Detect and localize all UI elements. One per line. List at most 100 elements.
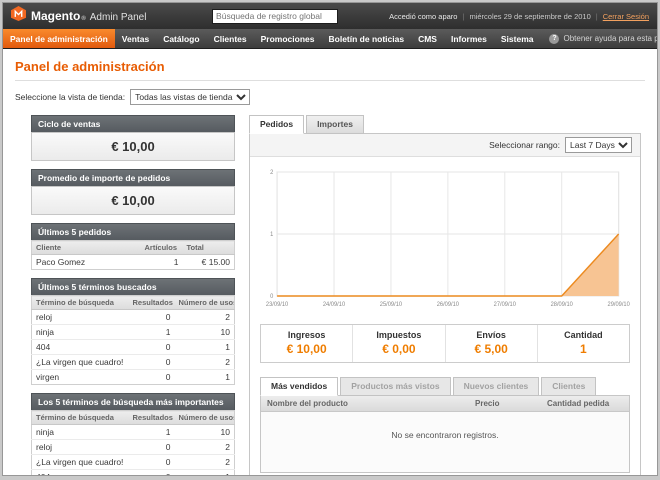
stat-label: Cantidad [538,330,629,340]
store-switcher-label: Seleccione la vista de tienda: [15,92,125,102]
table-cell: reloj [32,440,129,455]
user-area: Accedió como aparo | miércoles 29 de sep… [389,12,649,21]
column-header: Número de usos [175,296,235,310]
current-date: miércoles 29 de septiembre de 2010 [469,12,590,21]
table-row: virgen01 [32,370,235,385]
table-cell: 1 [141,255,183,270]
separator: | [596,12,598,21]
svg-text:26/09/10: 26/09/10 [437,302,460,308]
table-row: Paco Gomez1€ 15.00 [32,255,235,270]
table-header-row: Término de búsquedaResultadosNúmero de u… [32,296,235,310]
chart-area: 23/09/1024/09/1025/09/1026/09/1027/09/10… [250,157,640,316]
table-cell: reloj [32,310,129,325]
tab-pedidos[interactable]: Pedidos [249,115,304,134]
range-label: Seleccionar rango: [489,140,560,150]
logo-word: Magento [31,9,80,23]
tab-mas-vendidos[interactable]: Más vendidos [260,377,338,396]
table-cell: 0 [129,370,175,385]
svg-text:2: 2 [270,170,273,176]
logo-subtitle: Admin Panel [90,12,147,23]
nav-item-dashboard[interactable]: Panel de administración [3,29,115,48]
table-row: 40401 [32,470,235,477]
last-orders-table: ClienteArtículosTotal Paco Gomez1€ 15.00 [31,240,235,270]
last-search-terms-panel: Últimos 5 términos buscados Término de b… [31,278,235,385]
table-cell: 0 [129,440,175,455]
product-tabs: Más vendidos Productos más vistos Nuevos… [260,377,630,395]
panel-title: Promedio de importe de pedidos [31,169,235,186]
nav-item-sales[interactable]: Ventas [115,29,156,48]
logo: Magento® Admin Panel [11,6,161,26]
table-cell: 1 [175,340,235,355]
column-header: Artículos [141,241,183,255]
page-title: Panel de administración [15,59,645,74]
table-cell: 1 [129,325,175,340]
nav-item-catalog[interactable]: Catálogo [156,29,206,48]
nav-item-promotions[interactable]: Promociones [254,29,322,48]
top-search-terms-panel: Los 5 términos de búsqueda más important… [31,393,235,476]
tab-importes[interactable]: Importes [306,115,364,134]
nav-item-customers[interactable]: Clientes [207,29,254,48]
svg-text:23/09/10: 23/09/10 [266,302,289,308]
chart-tabs: Pedidos Importes [249,115,641,133]
tab-nuevos-clientes[interactable]: Nuevos clientes [453,377,540,396]
column-header: Resultados [129,296,175,310]
admin-window: Magento® Admin Panel Accedió como aparo … [2,2,658,476]
divider [15,80,645,81]
help-link[interactable]: ? Obtener ayuda para esta página [540,29,658,48]
panel-title: Últimos 5 términos buscados [31,278,235,295]
table-cell: ¿La virgen que cuadro! [32,455,129,470]
table-header-row: ClienteArtículosTotal [32,241,235,255]
stat-value: € 10,00 [261,342,352,356]
column-header: Cantidad pedida [541,396,629,412]
content: Panel de administración Seleccione la vi… [3,49,657,476]
nav-item-cms[interactable]: CMS [411,29,444,48]
orders-panel: Seleccionar rango: Last 7 Days 23/09/10 2… [249,133,641,476]
svg-text:27/09/10: 27/09/10 [494,302,517,308]
range-select[interactable]: Last 7 Days [565,137,632,153]
store-view-select[interactable]: Todas las vistas de tienda [130,89,250,105]
top-header: Magento® Admin Panel Accedió como aparo … [3,3,657,29]
tab-clientes[interactable]: Clientes [541,377,596,396]
table-cell: 0 [129,455,175,470]
stat-label: Envíos [446,330,537,340]
svg-text:28/09/10: 28/09/10 [551,302,574,308]
tab-productos-mas-vistos[interactable]: Productos más vistos [340,377,450,396]
stat-value: € 0,00 [353,342,444,356]
svg-text:1: 1 [270,232,273,238]
stat-label: Ingresos [261,330,352,340]
sales-cycle-panel: Ciclo de ventas € 10,00 [31,115,235,161]
products-grid: Nombre del productoPrecioCantidad pedida… [260,395,630,473]
table-cell: 2 [175,440,235,455]
stat-value: 1 [538,342,629,356]
table-row: ninja110 [32,325,235,340]
svg-text:0: 0 [270,294,274,300]
last-search-terms-table: Término de búsquedaResultadosNúmero de u… [31,295,235,385]
totals-bar: Ingresos € 10,00 Impuestos € 0,00 Envíos… [260,324,630,363]
logout-link[interactable]: Cerrar Sesión [603,12,649,21]
svg-text:25/09/10: 25/09/10 [380,302,403,308]
table-cell: 10 [175,425,235,440]
nav-item-reports[interactable]: Informes [444,29,494,48]
nav-item-newsletter[interactable]: Boletín de noticias [322,29,412,48]
table-cell: 0 [129,340,175,355]
left-column: Ciclo de ventas € 10,00 Promedio de impo… [31,115,235,476]
logo-text: Magento® Admin Panel [31,9,146,23]
table-cell: 2 [175,310,235,325]
global-search-input[interactable] [212,9,338,24]
table-cell: ninja [32,325,129,340]
table-cell: 10 [175,325,235,340]
store-switcher: Seleccione la vista de tienda: Todas las… [15,89,645,105]
table-cell: Paco Gomez [32,255,141,270]
svg-text:29/09/10: 29/09/10 [608,302,631,308]
logo-mark: ® [81,16,85,22]
stat-ingresos: Ingresos € 10,00 [261,325,353,362]
nav-list: Panel de administración Ventas Catálogo … [3,29,540,48]
nav-item-system[interactable]: Sistema [494,29,541,48]
table-cell: 2 [175,455,235,470]
table-row: ninja110 [32,425,235,440]
logged-in-text: Accedió como aparo [389,12,457,21]
right-column: Pedidos Importes Seleccionar rango: Last… [249,115,641,476]
table-cell: 404 [32,340,129,355]
table-cell: 0 [129,470,175,477]
panel-title: Ciclo de ventas [31,115,235,132]
